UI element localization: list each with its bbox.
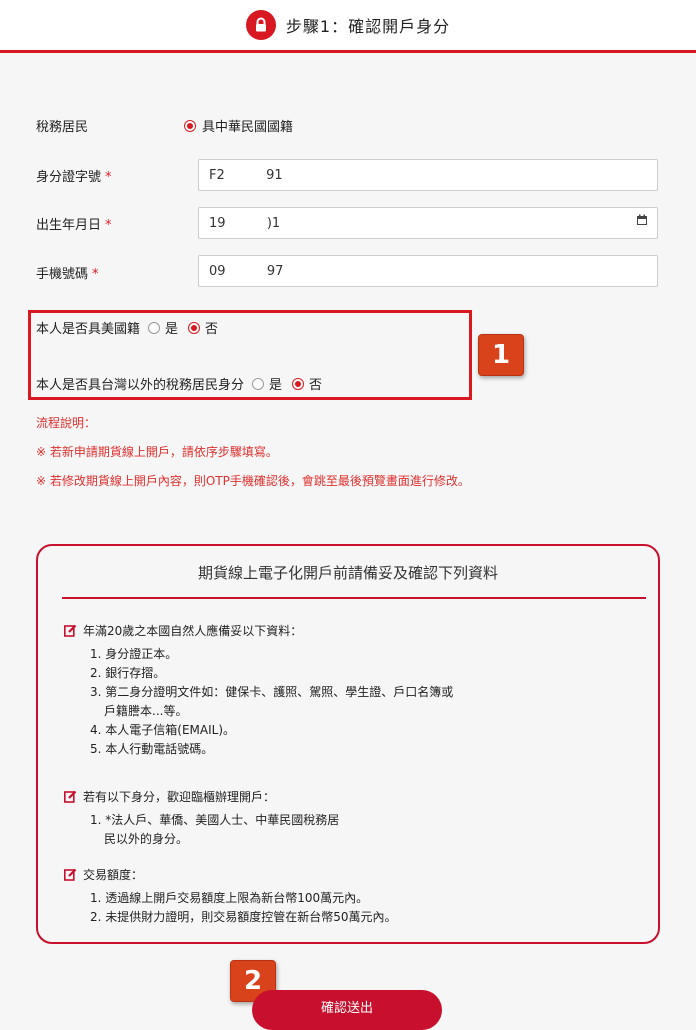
list-item: 1. *法人戶、華僑、美國人士、中華民國稅務居 <box>90 813 340 827</box>
lock-icon <box>245 10 276 40</box>
edit-icon <box>64 868 77 881</box>
calendar-icon[interactable] <box>636 214 648 226</box>
tax-residency-label: 稅務居民 <box>36 120 89 135</box>
section-documents-heading: 年滿20歲之本國自然人應備妥以下資料： <box>83 624 303 638</box>
list-item: 戶籍謄本...等。 <box>104 704 188 718</box>
section-documents: 年滿20歲之本國自然人應備妥以下資料： 1. 身分證正本。 2. 銀行存摺。 3… <box>64 622 453 759</box>
process-note-1: ※ 若新申請期貨線上開戶，請依序步驟填寫。 <box>36 445 278 459</box>
us-citizen-question: 本人是否具美國籍 是 否 <box>36 318 228 337</box>
tax-other-text: 本人是否具台灣以外的稅務居民身分 <box>36 378 245 393</box>
list-item: 5. 本人行動電話號碼。 <box>90 742 214 756</box>
radio-tax-residency[interactable] <box>184 119 196 132</box>
list-item: 4. 本人電子信箱(EMAIL)。 <box>90 723 235 737</box>
birthday-input[interactable] <box>198 207 658 239</box>
mobile-label: 手機號碼 * <box>36 267 99 282</box>
us-citizen-yes[interactable]: 是 <box>148 318 178 337</box>
section-limit: 交易額度： 1. 透過線上開戶交易額度上限為新台幣100萬元內。 2. 未提供財… <box>64 866 397 927</box>
list-item: 2. 銀行存摺。 <box>90 666 166 680</box>
tax-residency-option-label: 具中華民國國籍 <box>202 120 294 135</box>
edit-icon <box>64 790 77 803</box>
us-citizen-text: 本人是否具美國籍 <box>36 322 141 337</box>
panel-title: 期貨線上電子化開戶前請備妥及確認下列資料 <box>197 564 498 582</box>
radio-us-yes[interactable] <box>148 321 161 334</box>
section-counter-heading: 若有以下身分，歡迎臨櫃辦理開戶： <box>83 790 276 804</box>
radio-tax-other-no[interactable] <box>292 377 305 390</box>
mobile-row: 手機號碼 * <box>36 263 196 282</box>
step-title: 步驟1：確認開戶身分 <box>285 17 451 36</box>
tax-other-question: 本人是否具台灣以外的稅務居民身分 是 否 <box>36 374 332 393</box>
edit-icon <box>64 624 77 637</box>
list-item: 3. 第二身分證明文件如：健保卡、護照、駕照、學生證、戶口名簿或 <box>90 685 454 699</box>
section-limit-heading: 交易額度： <box>83 868 144 882</box>
annotation-badge-1: 1 <box>478 334 524 376</box>
radio-us-no[interactable] <box>188 321 201 334</box>
list-item: 2. 未提供財力證明，則交易額度控管在新台幣50萬元內。 <box>90 910 397 924</box>
radio-tax-other-yes[interactable] <box>252 377 265 390</box>
id-number-input[interactable] <box>198 159 658 191</box>
requirements-panel: 期貨線上電子化開戶前請備妥及確認下列資料 年滿20歲之本國自然人應備妥以下資料：… <box>36 544 660 944</box>
panel-divider <box>62 597 646 599</box>
id-number-row: 身分證字號 * <box>36 166 196 185</box>
tax-residency-row: 稅務居民 具中華民國國籍 <box>36 116 293 135</box>
id-number-label: 身分證字號 * <box>36 170 112 185</box>
birthday-label: 出生年月日 * <box>36 218 112 233</box>
process-note-2: ※ 若修改期貨線上開戶內容，則OTP手機確認後，會跳至最後預覽畫面進行修改。 <box>36 474 470 488</box>
step-header: 步驟1：確認開戶身分 <box>0 0 696 53</box>
list-item: 1. 透過線上開戶交易額度上限為新台幣100萬元內。 <box>90 891 369 905</box>
tax-other-no[interactable]: 否 <box>292 374 322 393</box>
birthday-row: 出生年月日 * <box>36 214 196 233</box>
list-item: 1. 身分證正本。 <box>90 647 178 661</box>
mobile-input[interactable] <box>198 255 658 287</box>
tax-other-yes[interactable]: 是 <box>252 374 282 393</box>
list-item: 民以外的身分。 <box>104 832 189 846</box>
tax-residency-option[interactable]: 具中華民國國籍 <box>184 116 293 135</box>
us-citizen-no[interactable]: 否 <box>188 318 218 337</box>
section-counter: 若有以下身分，歡迎臨櫃辦理開戶： 1. *法人戶、華僑、美國人士、中華民國稅務居… <box>64 788 339 849</box>
submit-button[interactable]: 確認送出 <box>252 990 442 1030</box>
process-notes: 流程說明： ※ 若新申請期貨線上開戶，請依序步驟填寫。 ※ 若修改期貨線上開戶內… <box>36 414 470 501</box>
process-notes-title: 流程說明： <box>36 416 97 430</box>
